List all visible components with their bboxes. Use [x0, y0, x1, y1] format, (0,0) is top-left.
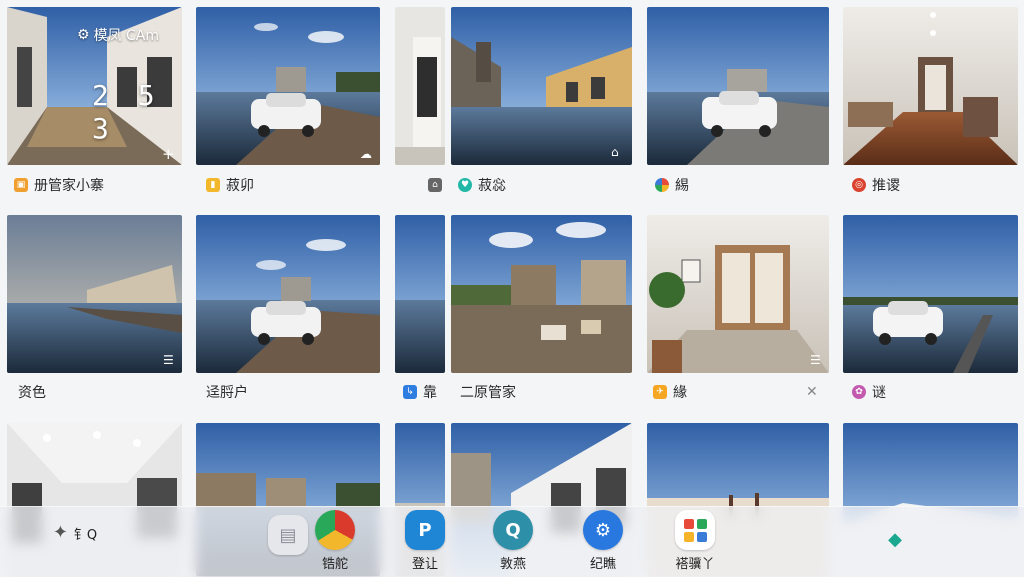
photo-tile-pier[interactable]: ☰ — [7, 215, 182, 373]
clock-overlay: 2 5 3 — [92, 79, 161, 145]
grid-dot — [696, 531, 707, 542]
pier-photo — [7, 215, 182, 373]
cloud-icon[interactable]: ☁ — [360, 147, 372, 161]
dock-label: 锆舵 — [321, 557, 348, 572]
label-text: 册管家小寨 — [34, 178, 104, 194]
label-row1-5[interactable]: 緆 — [655, 173, 689, 197]
car-lake-photo-2 — [647, 7, 829, 165]
grid-dot — [696, 518, 707, 529]
app-dock: ✦ 钅Q ▤ 锆舵 P 登让 Q 敦燕 ⚙ 纪瞧 褡骥丫 ◆ — [0, 506, 1024, 577]
label-text: 谜 — [872, 385, 886, 401]
label-row2-1[interactable]: 资色 — [18, 380, 46, 404]
dock-label: 登让 — [411, 557, 438, 572]
chrome-like-icon — [315, 510, 355, 550]
dock-label: 纪瞧 — [589, 557, 616, 572]
close-icon: ✕ — [806, 384, 818, 400]
photo-tile-room-shelf[interactable]: ☰ — [647, 215, 829, 373]
label-text: 菽惢 — [478, 178, 506, 194]
village-photo — [451, 215, 632, 373]
label-row1-6[interactable]: ◎ 推谡 — [852, 173, 900, 197]
dock-label: 褡骥丫 — [675, 557, 715, 572]
dock-item-inline: ✦ 钅Q — [52, 521, 98, 544]
narrow-water-photo — [395, 215, 445, 373]
flower-icon: ✿ — [852, 385, 866, 399]
photo-tile-car-lake-3[interactable] — [196, 215, 380, 373]
photo-tile-car-lake-2[interactable] — [647, 7, 829, 165]
dock-item-8[interactable]: ◆ — [860, 529, 930, 550]
label-text: 资色 — [18, 385, 46, 401]
label-row1-4[interactable]: ♥ 菽惢 — [458, 173, 506, 197]
photo-tile-car-lake[interactable]: ☁ — [196, 7, 380, 165]
spark-icon: ✦ — [52, 521, 68, 543]
bag-icon: ▣ — [14, 178, 28, 192]
photo-tile-car-lake-4[interactable] — [843, 215, 1018, 373]
dock-label: 敦燕 — [499, 557, 526, 572]
menu-icon[interactable]: ☰ — [163, 353, 174, 367]
label-row2-6[interactable]: ✿ 谜 — [852, 380, 886, 404]
menu-icon[interactable]: ☰ — [810, 353, 821, 367]
label-row2-3[interactable]: ↳ 靠 — [403, 380, 437, 404]
narrow-building-photo — [395, 7, 445, 165]
photo-tile-narrow-water[interactable] — [395, 215, 445, 373]
label-row2-2[interactable]: 迳脟户 — [206, 380, 248, 404]
plus-icon[interactable]: + — [162, 145, 175, 163]
gear-icon: ⚙ — [583, 510, 623, 550]
dock-label: 钅Q — [73, 528, 98, 543]
diamond-icon: ◆ — [888, 529, 902, 550]
flag-icon: ▮ — [206, 178, 220, 192]
car-lake-photo — [196, 7, 380, 165]
plane-icon: ✈ — [653, 385, 667, 399]
label-text: 推谡 — [872, 178, 900, 194]
dock-item-6[interactable]: ⚙ 纪瞧 — [568, 510, 638, 572]
dock-item-5[interactable]: Q 敦燕 — [478, 510, 548, 572]
label-text: 二原管家 — [460, 385, 516, 401]
dock-item-7[interactable]: 褡骥丫 — [660, 510, 730, 572]
pinwheel-icon — [655, 178, 669, 192]
label-text: 靠 — [423, 385, 437, 401]
label-text: 迳脟户 — [206, 385, 248, 401]
label-row1-2[interactable]: ▮ 菽卯 — [206, 173, 254, 197]
camera-title: 模凤 CAm — [93, 28, 160, 44]
gear-icon: ⚙ — [77, 27, 90, 43]
canal-street-photo — [451, 7, 632, 165]
photo-tile-canal-street[interactable]: ⌂ — [451, 7, 632, 165]
car-lake-photo-4 — [843, 215, 1018, 373]
label-row2-5[interactable]: ✈ 緣 — [653, 380, 687, 404]
label-row2-4[interactable]: 二原管家 — [460, 380, 516, 404]
compass-icon: ◎ — [852, 178, 866, 192]
dock-item-1[interactable]: ✦ 钅Q — [40, 521, 110, 544]
grid-dot — [683, 518, 694, 529]
photo-tile-village[interactable] — [451, 215, 632, 373]
p-brand-icon: P — [405, 510, 445, 550]
dock-item-4[interactable]: P 登让 — [390, 510, 460, 572]
dock-item-3[interactable]: 锆舵 — [300, 510, 370, 572]
photo-tile-corridor[interactable]: ⚙ 模凤 CAm 2 5 3 + — [7, 7, 182, 165]
car-lake-photo-3 — [196, 215, 380, 373]
room-shelf-photo — [647, 215, 829, 373]
label-row1-3[interactable]: ⌂ — [428, 173, 442, 197]
q-brand-icon: Q — [493, 510, 533, 550]
label-text: 菽卯 — [226, 178, 254, 194]
hallway-photo — [843, 7, 1018, 165]
home-icon: ⌂ — [428, 178, 442, 192]
apps-grid-icon — [675, 510, 715, 550]
close-button[interactable]: ✕ — [806, 380, 818, 404]
grid-dot — [683, 531, 694, 542]
camera-title-overlay: ⚙ 模凤 CAm — [77, 25, 159, 45]
photo-tile-hallway[interactable] — [843, 7, 1018, 165]
heart-icon: ♥ — [458, 178, 472, 192]
label-text: 緆 — [675, 178, 689, 194]
arrow-icon: ↳ — [403, 385, 417, 399]
label-row1-1[interactable]: ▣ 册管家小寨 — [14, 173, 104, 197]
home-icon[interactable]: ⌂ — [611, 145, 619, 159]
label-text: 緣 — [673, 385, 687, 401]
photo-tile-narrow-building[interactable] — [395, 7, 445, 165]
